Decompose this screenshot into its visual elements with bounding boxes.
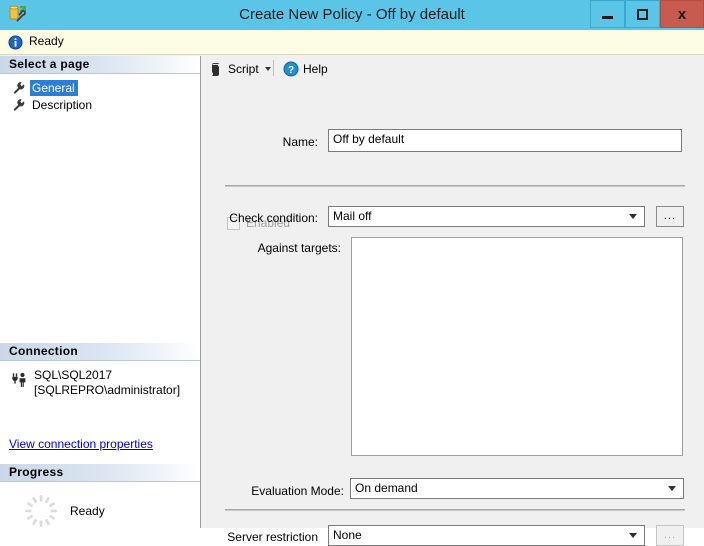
- help-button[interactable]: ? Help: [283, 58, 328, 80]
- toolbar-separator: [273, 60, 274, 76]
- connection-user: [SQLREPRO\administrator]: [34, 383, 181, 397]
- view-connection-properties-link[interactable]: View connection properties: [9, 437, 153, 451]
- connection-icon: [12, 372, 26, 387]
- connection-info: SQL\SQL2017 [SQLREPRO\administrator]: [34, 368, 180, 398]
- separator-top: [225, 185, 685, 187]
- toolbar: Script ? Help: [201, 56, 704, 82]
- page-list: General Description: [0, 74, 200, 113]
- connection-section: Connection SQL\SQL2017 [SQLREPRO\adminis…: [0, 343, 200, 528]
- window-controls: x: [590, 0, 704, 28]
- script-icon: [211, 63, 220, 76]
- sidebar-item-general[interactable]: General: [0, 79, 200, 96]
- name-input[interactable]: Off by default: [328, 129, 682, 152]
- sidebar-item-general-label: General: [30, 79, 78, 96]
- progress-header: Progress: [0, 464, 200, 482]
- minimize-icon: [602, 15, 613, 19]
- check-condition-browse-button[interactable]: ...: [656, 206, 684, 227]
- help-label: Help: [303, 62, 328, 76]
- close-button[interactable]: x: [660, 0, 704, 28]
- against-targets-listbox[interactable]: [351, 237, 683, 456]
- help-icon: ?: [283, 61, 299, 77]
- connection-server: SQL\SQL2017: [34, 368, 113, 382]
- connection-body: SQL\SQL2017 [SQLREPRO\administrator] Vie…: [0, 361, 200, 464]
- minimize-button[interactable]: [590, 0, 625, 28]
- wrench-icon: [13, 81, 25, 94]
- info-icon: [8, 35, 23, 50]
- connection-header-label: Connection: [9, 344, 78, 358]
- status-text: Ready: [29, 34, 64, 48]
- progress-header-label: Progress: [9, 465, 64, 479]
- svg-text:?: ?: [288, 65, 294, 76]
- server-restriction-browse-button: ...: [656, 525, 684, 546]
- progress-body: Ready: [0, 482, 200, 528]
- check-condition-value: Mail off: [333, 209, 372, 223]
- chevron-down-icon[interactable]: [668, 486, 676, 491]
- sidebar-item-description[interactable]: Description: [0, 96, 200, 113]
- sidebar-item-description-label: Description: [32, 97, 93, 112]
- select-a-page-header: Select a page: [0, 56, 200, 74]
- chevron-down-icon[interactable]: [264, 67, 271, 71]
- status-info-bar: Ready: [0, 30, 704, 55]
- evaluation-mode-combobox[interactable]: On demand: [350, 478, 684, 499]
- progress-text: Ready: [70, 504, 105, 518]
- server-restriction-label: Server restriction: [227, 530, 318, 544]
- evaluation-mode-label: Evaluation Mode:: [251, 484, 344, 498]
- separator-bottom: [225, 509, 685, 511]
- server-restriction-value: None: [333, 528, 362, 542]
- sidebar: Select a page General Description Connec…: [0, 56, 201, 528]
- maximize-button[interactable]: [625, 0, 660, 28]
- create-new-policy-dialog: Create New Policy - Off by default x Rea…: [0, 0, 704, 546]
- chevron-down-icon[interactable]: [629, 533, 637, 538]
- check-condition-label: Check condition:: [229, 211, 318, 225]
- evaluation-mode-value: On demand: [355, 481, 418, 495]
- maximize-icon: [637, 8, 648, 20]
- against-targets-label: Against targets:: [257, 241, 341, 255]
- main-panel: Script ? Help Name: Off by default Enabl…: [201, 56, 704, 546]
- general-form: Name: Off by default Enabled Check condi…: [201, 82, 704, 546]
- server-restriction-combobox[interactable]: None: [328, 525, 645, 546]
- spinner-icon: [25, 495, 57, 527]
- connection-header: Connection: [0, 343, 200, 361]
- check-condition-combobox[interactable]: Mail off: [328, 206, 645, 227]
- script-button[interactable]: Script: [208, 58, 271, 80]
- name-label: Name:: [282, 135, 318, 149]
- title-bar: Create New Policy - Off by default x: [0, 0, 704, 30]
- wrench-icon: [13, 98, 25, 111]
- script-label: Script: [228, 62, 259, 76]
- chevron-down-icon[interactable]: [629, 214, 637, 219]
- select-a-page-label: Select a page: [9, 57, 90, 71]
